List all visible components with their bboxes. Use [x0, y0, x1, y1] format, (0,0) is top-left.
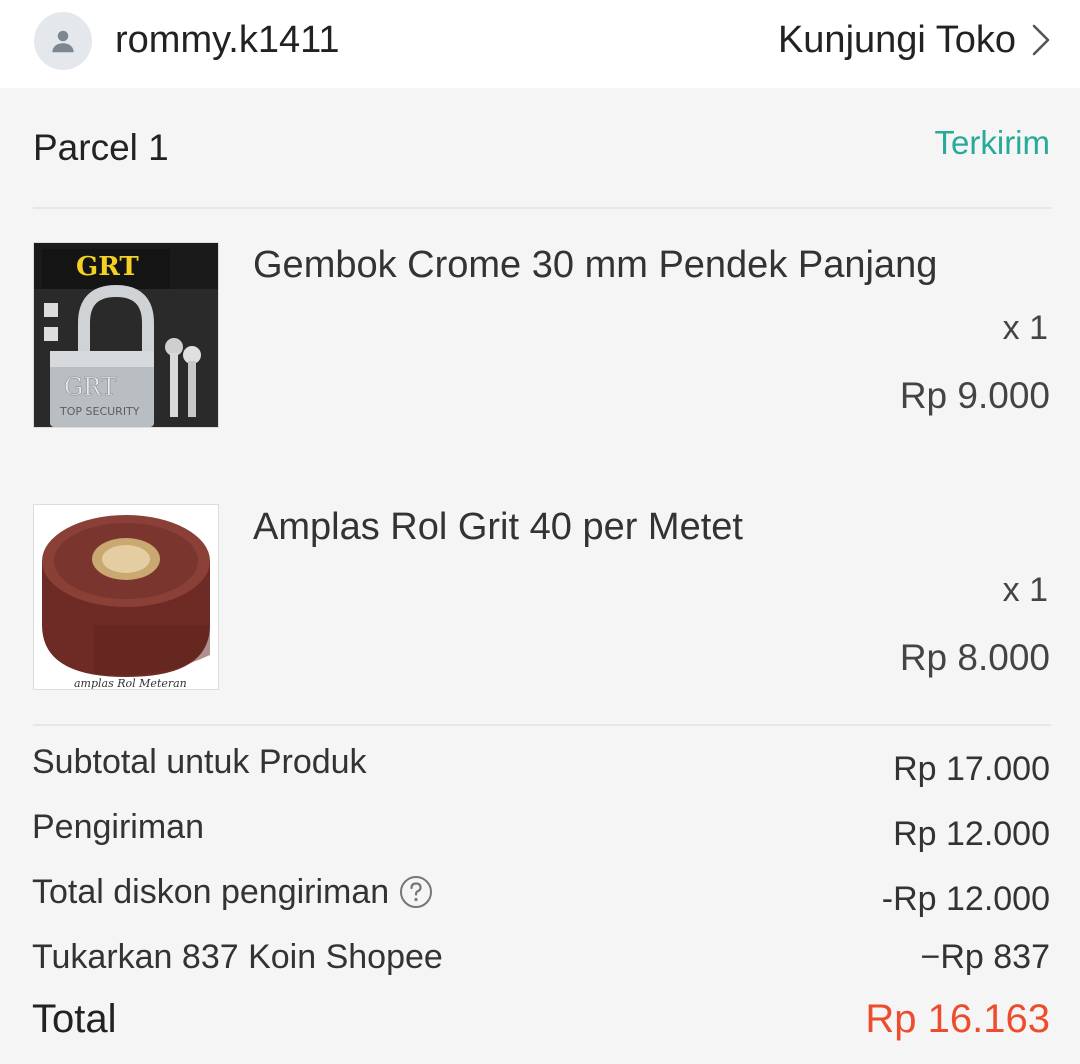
subtotal-value: Rp 17.000	[893, 750, 1050, 788]
chevron-right-icon	[1030, 23, 1052, 57]
shop-username[interactable]: rommy.k1411	[115, 18, 340, 62]
shipping-discount-row: Total diskon pengiriman	[32, 872, 433, 912]
question-mark-icon[interactable]	[399, 875, 433, 909]
svg-text:GRT: GRT	[64, 373, 117, 401]
visit-store-label: Kunjungi Toko	[777, 19, 1016, 61]
visit-store-button[interactable]: Kunjungi Toko	[778, 18, 1052, 62]
sandpaper-caption-text: amplas Rol Meteran	[74, 677, 187, 690]
user-avatar-icon[interactable]	[34, 12, 92, 70]
shipping-value: Rp 12.000	[893, 815, 1050, 853]
divider	[33, 207, 1051, 209]
padlock-caption-text: TOP SECURITY	[59, 405, 140, 418]
shipping-discount-label: Total diskon pengiriman	[32, 873, 390, 911]
product-name[interactable]: Gembok Crome 30 mm Pendek Panjang	[253, 242, 937, 288]
parcel-title: Parcel 1	[33, 127, 169, 168]
total-value: Rp 16.163	[865, 997, 1050, 1041]
product-name[interactable]: Amplas Rol Grit 40 per Metet	[253, 504, 743, 550]
product-price: Rp 9.000	[899, 375, 1050, 416]
divider	[33, 724, 1051, 726]
subtotal-label: Subtotal untuk Produk	[32, 743, 367, 781]
product-price: Rp 8.000	[899, 637, 1050, 678]
product-quantity: x 1	[1002, 571, 1048, 609]
shop-header: rommy.k1411 Kunjungi Toko	[0, 0, 1080, 88]
total-label: Total	[32, 997, 117, 1041]
padlock-brand-text: GRT	[76, 252, 139, 282]
parcel-status: Terkirim	[934, 124, 1050, 161]
coins-label: Tukarkan 837 Koin Shopee	[32, 938, 443, 976]
shipping-discount-value: -Rp 12.000	[881, 880, 1050, 918]
coins-value: −Rp 837	[920, 938, 1051, 976]
product-quantity: x 1	[1002, 309, 1048, 347]
product-image-padlock[interactable]: GRT GRT TOP SECURITY	[33, 242, 219, 428]
shipping-label: Pengiriman	[32, 808, 204, 846]
product-image-sandpaper-roll[interactable]: amplas Rol Meteran	[33, 504, 219, 690]
